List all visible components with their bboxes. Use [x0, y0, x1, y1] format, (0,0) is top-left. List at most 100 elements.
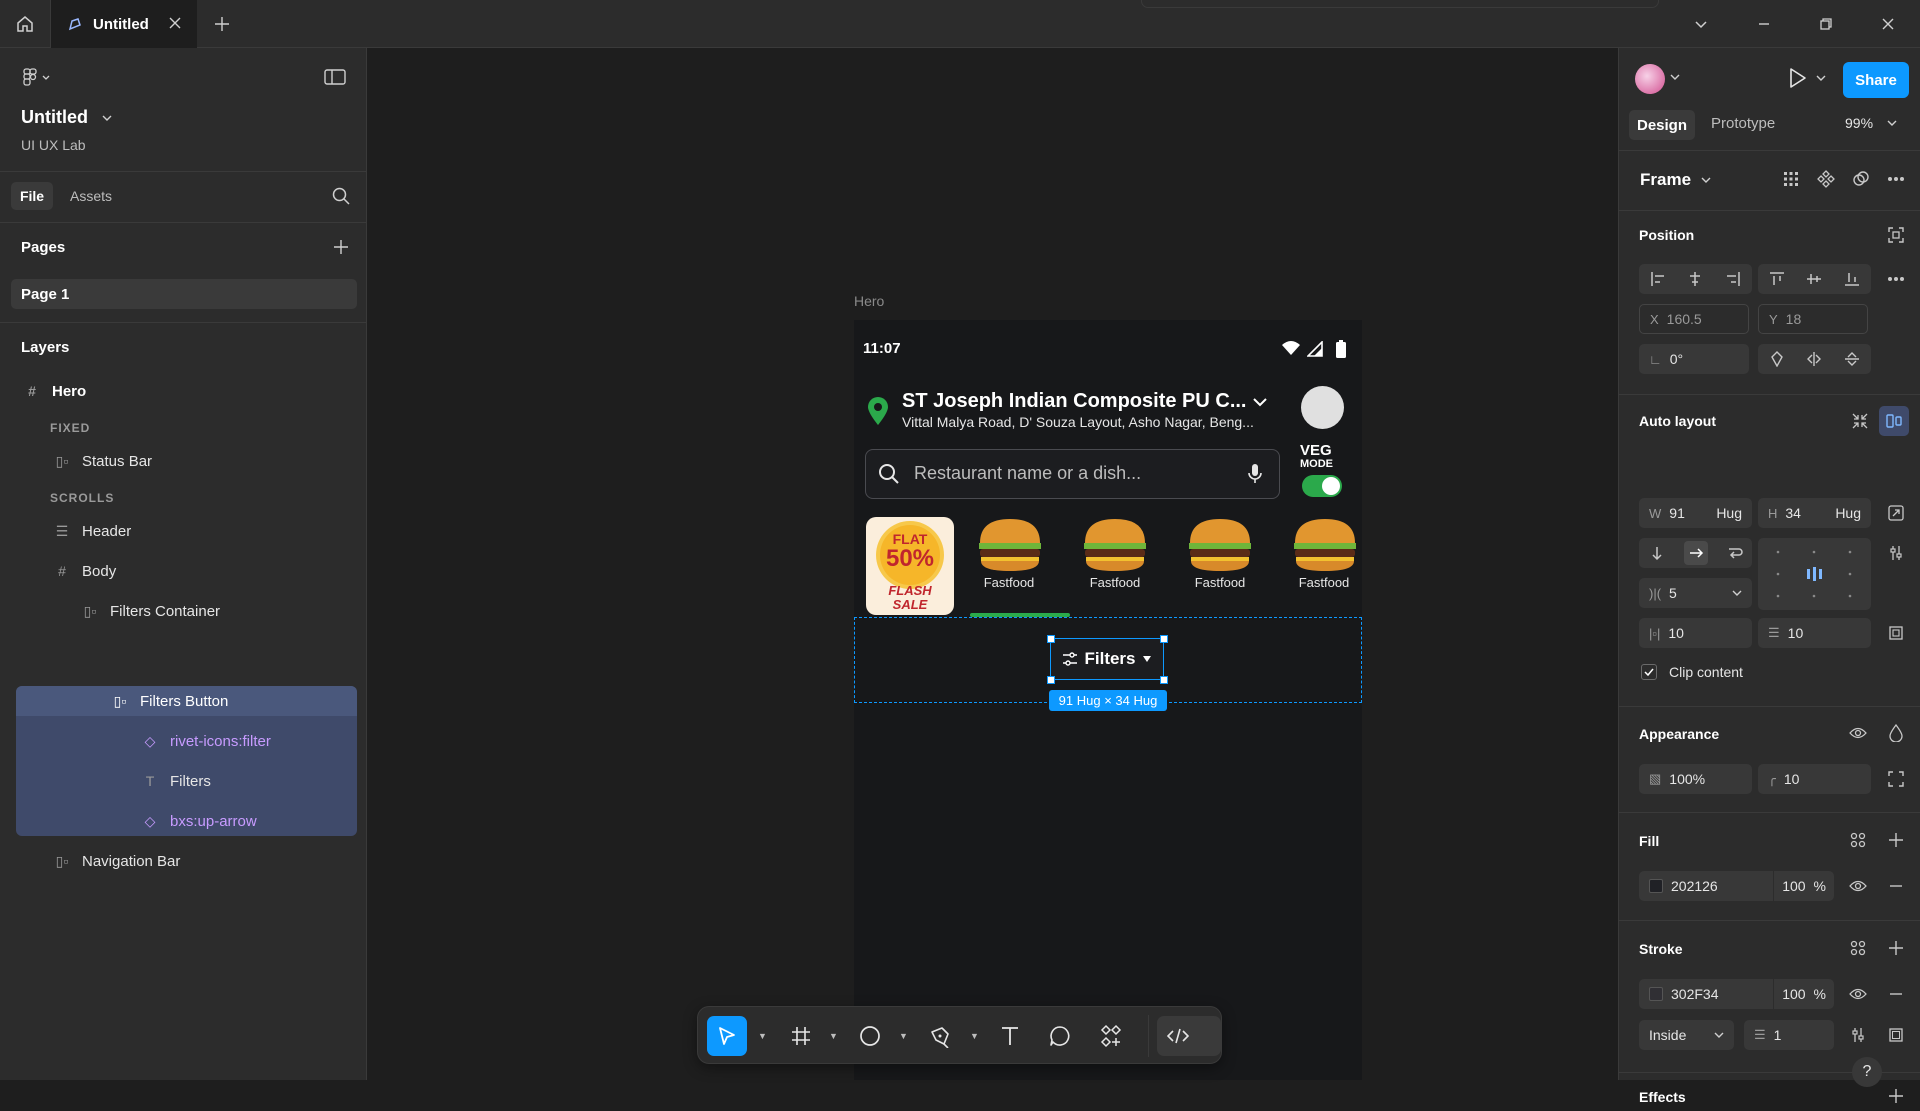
- add-effect-button[interactable]: [1881, 1081, 1911, 1111]
- fill-swatch[interactable]: [1649, 879, 1663, 893]
- create-component-button[interactable]: [1811, 164, 1841, 194]
- independent-corners-button[interactable]: [1881, 764, 1911, 794]
- arrow-down-icon[interactable]: [1649, 545, 1665, 561]
- chevron-down-icon[interactable]: [1816, 74, 1826, 82]
- top-search-bar[interactable]: [1141, 0, 1659, 8]
- resize-handle[interactable]: [1160, 676, 1168, 684]
- width-field[interactable]: W 91 Hug: [1639, 498, 1752, 528]
- play-icon[interactable]: [1788, 67, 1808, 89]
- text-tool-button[interactable]: [990, 1016, 1030, 1056]
- individual-strokes-button[interactable]: [1881, 1020, 1911, 1050]
- chevron-down-icon[interactable]: ▼: [758, 1016, 767, 1056]
- stroke-color-field[interactable]: 302F34 100 %: [1639, 979, 1834, 1009]
- toggle-visibility-button[interactable]: [1843, 718, 1873, 748]
- align-right-icon[interactable]: [1725, 271, 1741, 287]
- category-item[interactable]: Fastfood: [970, 515, 1048, 590]
- dev-mode-toggle[interactable]: [1157, 1016, 1221, 1056]
- horizontal-padding-field[interactable]: |▫| 10: [1639, 618, 1752, 648]
- stroke-weight-field[interactable]: ☰ 1: [1744, 1020, 1834, 1050]
- resize-handle[interactable]: [1047, 676, 1055, 684]
- add-stroke-button[interactable]: [1881, 933, 1911, 963]
- stroke-visibility-button[interactable]: [1843, 979, 1873, 1009]
- height-field[interactable]: H 34 Hug: [1758, 498, 1871, 528]
- new-tab-icon[interactable]: [212, 14, 232, 34]
- wrap-icon[interactable]: [1727, 545, 1743, 561]
- sidebar-toggle-icon[interactable]: [324, 68, 346, 86]
- category-item[interactable]: Fastfood: [1076, 515, 1154, 590]
- align-middle-icon[interactable]: [1806, 271, 1822, 287]
- more-options-button[interactable]: [1881, 164, 1911, 194]
- close-tab-icon[interactable]: [167, 15, 183, 31]
- resize-handle[interactable]: [1160, 635, 1168, 643]
- gap-field[interactable]: )|( 5: [1639, 578, 1752, 608]
- x-position-field[interactable]: X 160.5: [1639, 304, 1749, 334]
- tab-file[interactable]: File: [11, 182, 53, 210]
- vertical-padding-field[interactable]: ☰ 10: [1758, 618, 1871, 648]
- constraints-button[interactable]: [1881, 220, 1911, 250]
- remove-fill-button[interactable]: [1881, 871, 1911, 901]
- remove-auto-layout-button[interactable]: [1845, 406, 1875, 436]
- layer-bxs-up-arrow[interactable]: ◇ bxs:up-arrow: [16, 802, 357, 840]
- clip-content-checkbox[interactable]: [1641, 664, 1657, 680]
- stroke-styles-button[interactable]: [1843, 933, 1873, 963]
- home-button[interactable]: [0, 0, 51, 48]
- align-left-icon[interactable]: [1650, 271, 1666, 287]
- frame-type-menu[interactable]: Frame: [1640, 170, 1711, 190]
- layer-body[interactable]: # Body: [16, 552, 357, 590]
- remove-stroke-button[interactable]: [1881, 979, 1911, 1009]
- zoom-menu[interactable]: 99%: [1845, 115, 1897, 131]
- tab-design[interactable]: Design: [1629, 110, 1695, 140]
- fill-visibility-button[interactable]: [1843, 871, 1873, 901]
- frame-label[interactable]: Hero: [854, 293, 884, 309]
- promo-card[interactable]: FLAT 50% FLASH SALE: [866, 517, 954, 615]
- layer-filters-text[interactable]: T Filters: [16, 762, 357, 800]
- advanced-layout-button[interactable]: [1881, 538, 1911, 568]
- chevron-down-icon[interactable]: [1252, 396, 1268, 408]
- auto-layout-toggle-button[interactable]: [1879, 406, 1909, 436]
- add-fill-button[interactable]: [1881, 825, 1911, 855]
- more-align-button[interactable]: [1881, 264, 1911, 294]
- filters-button[interactable]: Filters: [1050, 638, 1164, 680]
- location-title[interactable]: ST Joseph Indian Composite PU C...: [902, 390, 1246, 413]
- w-mode[interactable]: Hug: [1716, 505, 1742, 521]
- user-avatar[interactable]: [1635, 64, 1665, 94]
- layer-hero[interactable]: # Hero: [16, 372, 357, 410]
- arrow-right-icon[interactable]: [1683, 541, 1708, 565]
- align-bottom-icon[interactable]: [1844, 271, 1860, 287]
- fill-color-field[interactable]: 202126 100 %: [1639, 871, 1834, 901]
- pen-tool-button[interactable]: [920, 1016, 960, 1056]
- align-top-icon[interactable]: [1769, 271, 1785, 287]
- search-bar[interactable]: Restaurant name or a dish...: [865, 449, 1280, 499]
- layer-header[interactable]: ☰ Header: [16, 512, 357, 550]
- resize-handle[interactable]: [1047, 635, 1055, 643]
- stroke-swatch[interactable]: [1649, 987, 1663, 1001]
- opacity-field[interactable]: ▧ 100%: [1639, 764, 1752, 794]
- file-tab[interactable]: Untitled: [51, 0, 197, 48]
- layer-filters-button[interactable]: ▯▫ Filters Button: [16, 682, 357, 720]
- microphone-icon[interactable]: [1247, 462, 1263, 486]
- tab-assets[interactable]: Assets: [70, 188, 112, 204]
- help-button[interactable]: ?: [1852, 1057, 1882, 1087]
- chevron-down-icon[interactable]: [1670, 73, 1680, 81]
- layout-grid-button[interactable]: [1776, 164, 1806, 194]
- search-icon[interactable]: [331, 186, 351, 206]
- stroke-position-select[interactable]: Inside: [1639, 1020, 1734, 1050]
- shape-tool-button[interactable]: [850, 1016, 890, 1056]
- file-name-menu[interactable]: Untitled: [21, 107, 112, 128]
- fill-styles-button[interactable]: [1843, 825, 1873, 855]
- layer-filters-container[interactable]: ▯▫ Filters Container: [16, 592, 357, 630]
- tab-prototype[interactable]: Prototype: [1711, 115, 1775, 132]
- page-item-page-1[interactable]: Page 1: [11, 279, 357, 309]
- stroke-settings-button[interactable]: [1843, 1020, 1873, 1050]
- category-item[interactable]: Fastfood: [1286, 515, 1362, 590]
- close-window-icon[interactable]: [1879, 15, 1897, 33]
- rotation-field[interactable]: ∟ 0°: [1639, 344, 1749, 374]
- align-center-horizontal-icon[interactable]: [1687, 271, 1703, 287]
- blend-mode-button[interactable]: [1881, 718, 1911, 748]
- h-mode[interactable]: Hug: [1835, 505, 1861, 521]
- restore-icon[interactable]: [1817, 15, 1835, 33]
- chevron-down-icon[interactable]: ▼: [970, 1016, 979, 1056]
- chevron-down-icon[interactable]: ▼: [899, 1016, 908, 1056]
- chevron-down-icon[interactable]: ▼: [829, 1016, 838, 1056]
- comment-tool-button[interactable]: [1040, 1016, 1080, 1056]
